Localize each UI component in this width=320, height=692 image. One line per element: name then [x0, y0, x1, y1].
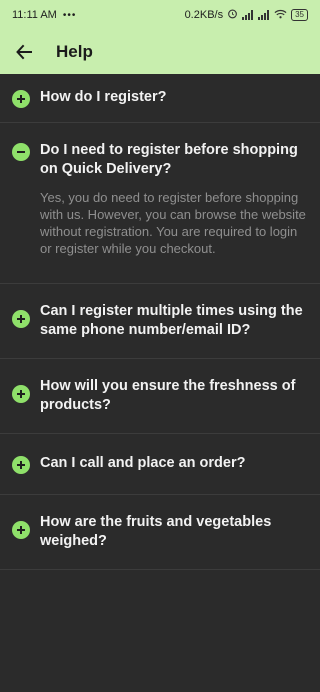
faq-question: How will you ensure the freshness of pro…	[40, 378, 296, 413]
faq-item-register-before-shopping[interactable]: Do I need to register before shopping on…	[0, 123, 320, 284]
app-bar: Help	[0, 30, 320, 74]
wifi-icon	[274, 9, 287, 22]
plus-icon	[12, 90, 30, 108]
faq-question: How do I register?	[40, 89, 167, 105]
faq-question: Can I register multiple times using the …	[40, 303, 303, 338]
signal-icon-2	[258, 10, 270, 20]
back-button[interactable]	[2, 30, 46, 74]
faq-item-call-order[interactable]: Can I call and place an order?	[0, 434, 320, 495]
signal-icon-1	[242, 10, 254, 20]
faq-question: How are the fruits and vegetables weighe…	[40, 514, 272, 549]
faq-list: How do I register? Do I need to register…	[0, 74, 320, 570]
faq-item-register[interactable]: How do I register?	[0, 74, 320, 123]
notification-dots: •••	[62, 9, 77, 21]
network-speed: 0.2KB/s	[184, 9, 224, 21]
plus-icon	[12, 310, 30, 328]
faq-item-weighing[interactable]: How are the fruits and vegetables weighe…	[0, 495, 320, 570]
battery-icon: 35	[291, 9, 308, 21]
faq-answer: Yes, you do need to register before shop…	[40, 190, 306, 256]
faq-item-multiple-registration[interactable]: Can I register multiple times using the …	[0, 284, 320, 359]
plus-icon	[12, 521, 30, 539]
status-time: 11:11 AM	[12, 9, 57, 21]
minus-icon	[12, 143, 30, 161]
plus-icon	[12, 385, 30, 403]
faq-question: Can I call and place an order?	[40, 455, 246, 471]
plus-icon	[12, 456, 30, 474]
status-bar: 11:11 AM ••• 0.2KB/s 35	[0, 0, 320, 30]
page-title: Help	[56, 42, 93, 61]
arrow-left-icon	[16, 44, 32, 60]
faq-question: Do I need to register before shopping on…	[40, 142, 298, 177]
alarm-icon	[227, 8, 238, 22]
faq-item-freshness[interactable]: How will you ensure the freshness of pro…	[0, 359, 320, 434]
